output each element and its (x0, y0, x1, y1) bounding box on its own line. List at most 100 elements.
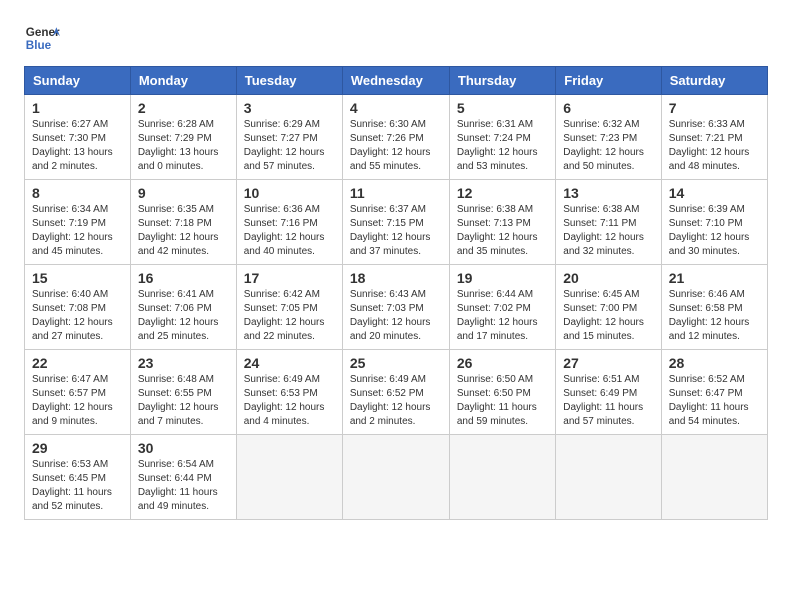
calendar-cell: 7 Sunrise: 6:33 AM Sunset: 7:21 PM Dayli… (661, 95, 767, 180)
day-number: 20 (563, 270, 653, 286)
calendar-cell: 24 Sunrise: 6:49 AM Sunset: 6:53 PM Dayl… (236, 350, 342, 435)
calendar-cell (236, 435, 342, 520)
header: General Blue (24, 20, 768, 56)
logo-icon: General Blue (24, 20, 60, 56)
calendar-header-tuesday: Tuesday (236, 67, 342, 95)
calendar-cell: 30 Sunrise: 6:54 AM Sunset: 6:44 PM Dayl… (130, 435, 236, 520)
day-info: Sunrise: 6:27 AM Sunset: 7:30 PM Dayligh… (32, 118, 123, 174)
day-number: 4 (350, 100, 442, 116)
day-info: Sunrise: 6:48 AM Sunset: 6:55 PM Dayligh… (138, 373, 229, 429)
day-info: Sunrise: 6:47 AM Sunset: 6:57 PM Dayligh… (32, 373, 123, 429)
calendar-header-thursday: Thursday (449, 67, 555, 95)
day-number: 8 (32, 185, 123, 201)
day-info: Sunrise: 6:31 AM Sunset: 7:24 PM Dayligh… (457, 118, 548, 174)
calendar-cell: 23 Sunrise: 6:48 AM Sunset: 6:55 PM Dayl… (130, 350, 236, 435)
calendar-cell (342, 435, 449, 520)
calendar-cell: 6 Sunrise: 6:32 AM Sunset: 7:23 PM Dayli… (556, 95, 661, 180)
calendar-cell: 3 Sunrise: 6:29 AM Sunset: 7:27 PM Dayli… (236, 95, 342, 180)
day-info: Sunrise: 6:34 AM Sunset: 7:19 PM Dayligh… (32, 203, 123, 259)
day-number: 25 (350, 355, 442, 371)
day-number: 1 (32, 100, 123, 116)
day-info: Sunrise: 6:29 AM Sunset: 7:27 PM Dayligh… (244, 118, 335, 174)
day-number: 9 (138, 185, 229, 201)
calendar-cell: 28 Sunrise: 6:52 AM Sunset: 6:47 PM Dayl… (661, 350, 767, 435)
day-number: 21 (669, 270, 760, 286)
day-info: Sunrise: 6:42 AM Sunset: 7:05 PM Dayligh… (244, 288, 335, 344)
day-info: Sunrise: 6:44 AM Sunset: 7:02 PM Dayligh… (457, 288, 548, 344)
calendar-cell: 14 Sunrise: 6:39 AM Sunset: 7:10 PM Dayl… (661, 180, 767, 265)
day-number: 6 (563, 100, 653, 116)
day-number: 18 (350, 270, 442, 286)
day-info: Sunrise: 6:40 AM Sunset: 7:08 PM Dayligh… (32, 288, 123, 344)
day-number: 10 (244, 185, 335, 201)
day-info: Sunrise: 6:38 AM Sunset: 7:13 PM Dayligh… (457, 203, 548, 259)
day-number: 19 (457, 270, 548, 286)
calendar-cell: 13 Sunrise: 6:38 AM Sunset: 7:11 PM Dayl… (556, 180, 661, 265)
calendar-cell: 26 Sunrise: 6:50 AM Sunset: 6:50 PM Dayl… (449, 350, 555, 435)
calendar-week-row: 1 Sunrise: 6:27 AM Sunset: 7:30 PM Dayli… (25, 95, 768, 180)
day-number: 11 (350, 185, 442, 201)
day-info: Sunrise: 6:37 AM Sunset: 7:15 PM Dayligh… (350, 203, 442, 259)
day-number: 28 (669, 355, 760, 371)
calendar-table: SundayMondayTuesdayWednesdayThursdayFrid… (24, 66, 768, 520)
day-info: Sunrise: 6:35 AM Sunset: 7:18 PM Dayligh… (138, 203, 229, 259)
calendar-header-sunday: Sunday (25, 67, 131, 95)
calendar-cell: 2 Sunrise: 6:28 AM Sunset: 7:29 PM Dayli… (130, 95, 236, 180)
calendar-week-row: 8 Sunrise: 6:34 AM Sunset: 7:19 PM Dayli… (25, 180, 768, 265)
day-info: Sunrise: 6:54 AM Sunset: 6:44 PM Dayligh… (138, 458, 229, 514)
day-number: 27 (563, 355, 653, 371)
day-info: Sunrise: 6:51 AM Sunset: 6:49 PM Dayligh… (563, 373, 653, 429)
day-number: 15 (32, 270, 123, 286)
day-info: Sunrise: 6:46 AM Sunset: 6:58 PM Dayligh… (669, 288, 760, 344)
calendar-cell: 20 Sunrise: 6:45 AM Sunset: 7:00 PM Dayl… (556, 265, 661, 350)
calendar-cell: 5 Sunrise: 6:31 AM Sunset: 7:24 PM Dayli… (449, 95, 555, 180)
day-number: 17 (244, 270, 335, 286)
day-info: Sunrise: 6:33 AM Sunset: 7:21 PM Dayligh… (669, 118, 760, 174)
calendar-cell: 16 Sunrise: 6:41 AM Sunset: 7:06 PM Dayl… (130, 265, 236, 350)
svg-text:Blue: Blue (26, 39, 52, 52)
day-number: 24 (244, 355, 335, 371)
day-info: Sunrise: 6:36 AM Sunset: 7:16 PM Dayligh… (244, 203, 335, 259)
calendar-cell: 25 Sunrise: 6:49 AM Sunset: 6:52 PM Dayl… (342, 350, 449, 435)
calendar-cell: 1 Sunrise: 6:27 AM Sunset: 7:30 PM Dayli… (25, 95, 131, 180)
calendar-cell: 18 Sunrise: 6:43 AM Sunset: 7:03 PM Dayl… (342, 265, 449, 350)
day-number: 12 (457, 185, 548, 201)
day-number: 14 (669, 185, 760, 201)
calendar-header-friday: Friday (556, 67, 661, 95)
calendar-cell: 29 Sunrise: 6:53 AM Sunset: 6:45 PM Dayl… (25, 435, 131, 520)
calendar-week-row: 15 Sunrise: 6:40 AM Sunset: 7:08 PM Dayl… (25, 265, 768, 350)
day-info: Sunrise: 6:52 AM Sunset: 6:47 PM Dayligh… (669, 373, 760, 429)
calendar-cell: 4 Sunrise: 6:30 AM Sunset: 7:26 PM Dayli… (342, 95, 449, 180)
calendar-cell: 9 Sunrise: 6:35 AM Sunset: 7:18 PM Dayli… (130, 180, 236, 265)
day-number: 7 (669, 100, 760, 116)
calendar-cell: 17 Sunrise: 6:42 AM Sunset: 7:05 PM Dayl… (236, 265, 342, 350)
day-info: Sunrise: 6:50 AM Sunset: 6:50 PM Dayligh… (457, 373, 548, 429)
day-number: 23 (138, 355, 229, 371)
day-info: Sunrise: 6:32 AM Sunset: 7:23 PM Dayligh… (563, 118, 653, 174)
day-info: Sunrise: 6:53 AM Sunset: 6:45 PM Dayligh… (32, 458, 123, 514)
day-number: 30 (138, 440, 229, 456)
calendar-header-monday: Monday (130, 67, 236, 95)
day-number: 3 (244, 100, 335, 116)
day-info: Sunrise: 6:38 AM Sunset: 7:11 PM Dayligh… (563, 203, 653, 259)
calendar-cell: 8 Sunrise: 6:34 AM Sunset: 7:19 PM Dayli… (25, 180, 131, 265)
calendar-header-row: SundayMondayTuesdayWednesdayThursdayFrid… (25, 67, 768, 95)
day-info: Sunrise: 6:30 AM Sunset: 7:26 PM Dayligh… (350, 118, 442, 174)
calendar-cell: 21 Sunrise: 6:46 AM Sunset: 6:58 PM Dayl… (661, 265, 767, 350)
calendar-cell: 22 Sunrise: 6:47 AM Sunset: 6:57 PM Dayl… (25, 350, 131, 435)
day-info: Sunrise: 6:28 AM Sunset: 7:29 PM Dayligh… (138, 118, 229, 174)
day-number: 16 (138, 270, 229, 286)
calendar-header-wednesday: Wednesday (342, 67, 449, 95)
day-info: Sunrise: 6:49 AM Sunset: 6:52 PM Dayligh… (350, 373, 442, 429)
calendar-cell: 11 Sunrise: 6:37 AM Sunset: 7:15 PM Dayl… (342, 180, 449, 265)
day-info: Sunrise: 6:43 AM Sunset: 7:03 PM Dayligh… (350, 288, 442, 344)
calendar-cell: 19 Sunrise: 6:44 AM Sunset: 7:02 PM Dayl… (449, 265, 555, 350)
day-number: 5 (457, 100, 548, 116)
calendar-cell: 27 Sunrise: 6:51 AM Sunset: 6:49 PM Dayl… (556, 350, 661, 435)
day-info: Sunrise: 6:49 AM Sunset: 6:53 PM Dayligh… (244, 373, 335, 429)
day-number: 22 (32, 355, 123, 371)
logo: General Blue (24, 20, 64, 56)
day-number: 29 (32, 440, 123, 456)
day-number: 13 (563, 185, 653, 201)
calendar-cell (556, 435, 661, 520)
